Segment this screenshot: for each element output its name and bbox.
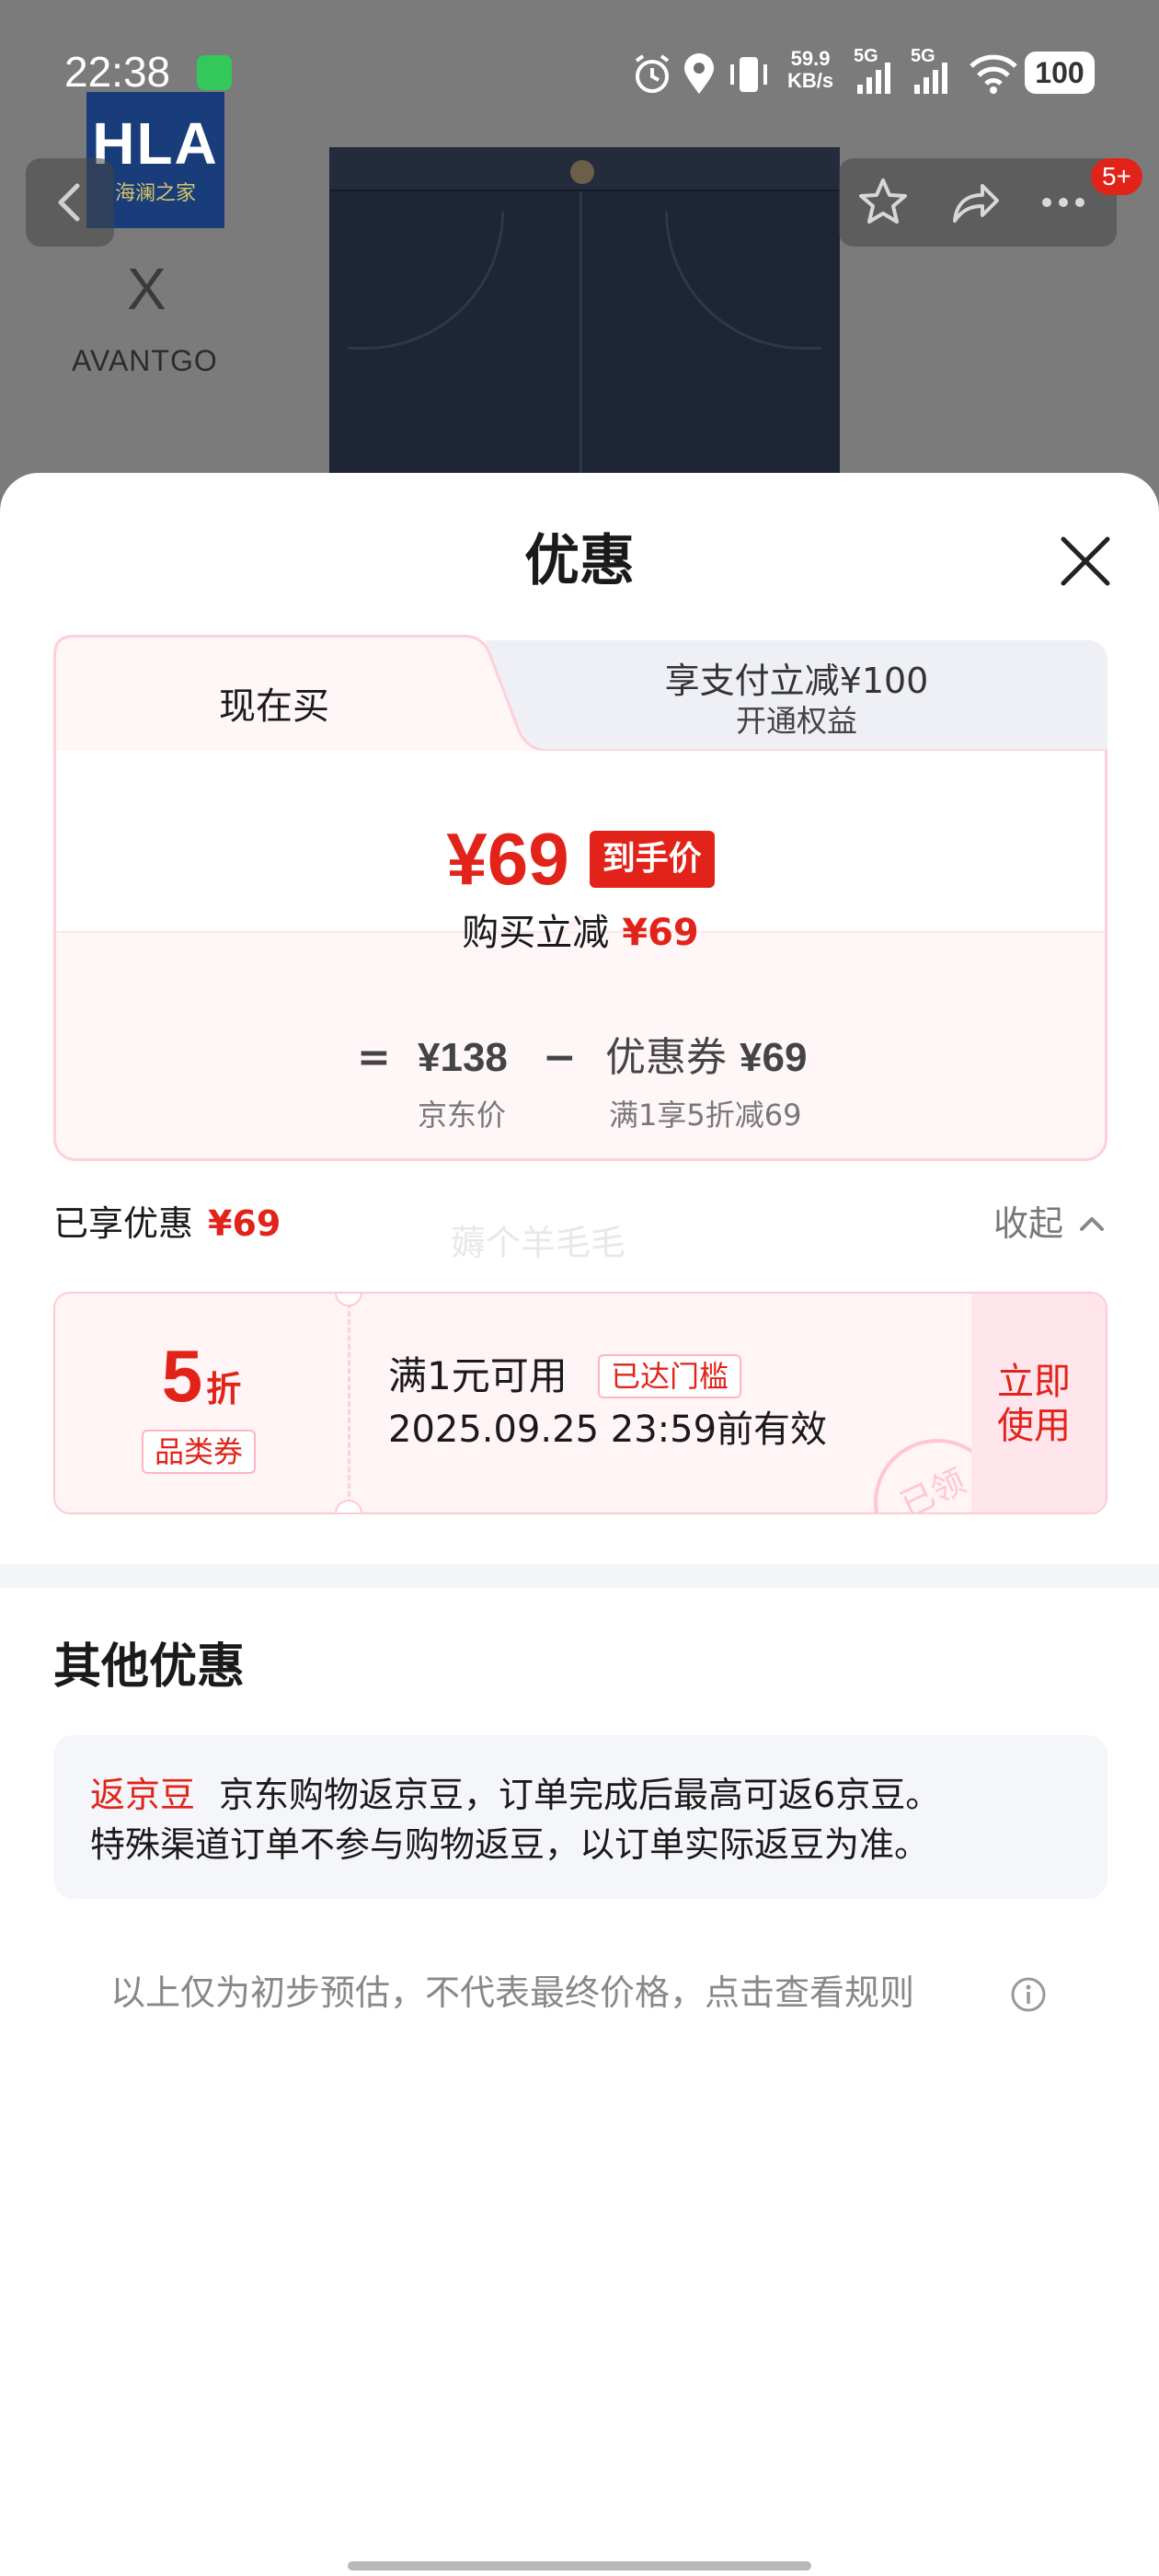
discount-sheet: 优惠 享支付立减¥100 开通权益 现在买 ¥69 到手价 购买立减 ¥69 =… bbox=[0, 473, 1159, 2576]
coupon-discount: 5折 bbox=[55, 1340, 348, 1413]
reduce-label: 购买立减 bbox=[462, 912, 610, 954]
price-breakdown-card: 享支付立减¥100 开通权益 现在买 ¥69 到手价 购买立减 ¥69 = ¥1… bbox=[53, 635, 1107, 1161]
final-price: ¥69 bbox=[446, 818, 569, 900]
section-divider bbox=[0, 1564, 1159, 1588]
price-tabs: 享支付立减¥100 开通权益 现在买 bbox=[53, 635, 1107, 754]
network-speed: 59.9 KB/s bbox=[787, 47, 834, 92]
final-price-tag: 到手价 bbox=[589, 831, 715, 888]
bean-line-1: 返京豆 京东购物返京豆，订单完成后最高可返6京豆。 bbox=[90, 1770, 940, 1820]
chevron-up-icon[interactable] bbox=[1078, 1213, 1106, 1235]
message-count-badge: 5+ bbox=[1091, 158, 1142, 195]
formula-minus: − bbox=[543, 1034, 577, 1081]
final-price-row: ¥69 到手价 bbox=[53, 815, 1107, 903]
coupon-validity: 2025.09.25 23:59前有效 bbox=[388, 1409, 828, 1451]
wifi-icon bbox=[970, 54, 1017, 94]
info-icon[interactable] bbox=[1010, 1976, 1047, 2013]
discount-number: 5 bbox=[161, 1335, 203, 1417]
signal-icon-2 bbox=[914, 63, 947, 94]
tab-buy-now[interactable]: 现在买 bbox=[53, 683, 495, 730]
other-discounts-title: 其他优惠 bbox=[53, 1639, 246, 1695]
more-icon[interactable] bbox=[1036, 175, 1091, 230]
sheet-title: 优惠 bbox=[524, 529, 635, 593]
location-icon bbox=[684, 53, 714, 94]
chevron-left-icon bbox=[58, 183, 80, 222]
clock: 22:38 bbox=[64, 48, 171, 96]
coupon-rule: 满1享5折减69 bbox=[609, 1098, 802, 1133]
price-formula: = ¥138 − 优惠券 ¥69 bbox=[53, 1021, 1107, 1095]
use-now-label: 立即使用 bbox=[997, 1361, 1071, 1447]
logo-sub-text: 海澜之家 bbox=[114, 182, 196, 205]
reduce-line: 购买立减 ¥69 bbox=[53, 909, 1107, 957]
status-bar: 22:38 59.9 KB/s 5G 5G 100 bbox=[0, 0, 1159, 138]
back-button[interactable] bbox=[26, 158, 114, 247]
jd-price: ¥138 bbox=[418, 1035, 508, 1080]
disclaimer-link[interactable]: 以上仅为初步预估，不代表最终价格，点击查看规则 bbox=[110, 1969, 914, 2017]
star-icon[interactable] bbox=[855, 175, 911, 230]
battery-level: 100 bbox=[1025, 52, 1095, 94]
battery-saver-icon bbox=[197, 55, 232, 90]
jd-bean-rebate: 返京豆 京东购物返京豆，订单完成后最高可返6京豆。 特殊渠道订单不参与购物返豆，以… bbox=[53, 1735, 1107, 1899]
top-actions bbox=[839, 158, 1117, 247]
home-indicator[interactable] bbox=[348, 2561, 811, 2570]
brand-name: AVANTGO bbox=[72, 344, 218, 377]
collab-mark: X bbox=[127, 256, 166, 322]
signal-icon bbox=[857, 63, 890, 94]
threshold-reached-tag: 已达门槛 bbox=[598, 1354, 742, 1398]
bean-text-1: 京东购物返京豆，订单完成后最高可返6京豆。 bbox=[219, 1775, 941, 1815]
bean-text-2: 特殊渠道订单不参与购物返豆，以订单实际返豆为准。 bbox=[90, 1824, 930, 1865]
jd-price-label: 京东价 bbox=[418, 1098, 507, 1133]
coupon-amount-label: 优惠券 bbox=[605, 1034, 727, 1081]
coupon-divider bbox=[348, 1303, 350, 1505]
share-icon[interactable] bbox=[947, 175, 1003, 230]
enjoyed-label: 已享优惠 bbox=[53, 1203, 194, 1244]
enjoyed-discount: 已享优惠 ¥69 bbox=[53, 1200, 281, 1248]
watermark-text: 薅个羊毛毛 bbox=[451, 1223, 626, 1263]
vibrate-icon bbox=[730, 57, 767, 92]
reduce-value: ¥69 bbox=[622, 912, 699, 954]
close-icon[interactable] bbox=[1049, 524, 1122, 598]
category-coupon-tag: 品类券 bbox=[142, 1430, 257, 1474]
discount-unit: 折 bbox=[206, 1369, 242, 1409]
coupon-card: 5折 品类券 满1元可用 已达门槛 2025.09.25 23:59前有效 已领… bbox=[53, 1292, 1107, 1514]
coupon-amount-value: ¥69 bbox=[740, 1035, 808, 1080]
coupon-value-panel: 5折 品类券 bbox=[55, 1294, 348, 1512]
formula-equals: = bbox=[357, 1034, 391, 1081]
coupon-amount: 优惠券 ¥69 bbox=[605, 1021, 807, 1095]
bean-label: 返京豆 bbox=[90, 1775, 196, 1815]
use-now-button[interactable]: 立即使用 bbox=[971, 1294, 1106, 1512]
coupon-condition: 满1元可用 bbox=[388, 1353, 568, 1398]
enjoyed-value: ¥69 bbox=[208, 1203, 281, 1244]
alarm-icon bbox=[635, 54, 670, 93]
collapse-button[interactable]: 收起 bbox=[993, 1200, 1063, 1248]
